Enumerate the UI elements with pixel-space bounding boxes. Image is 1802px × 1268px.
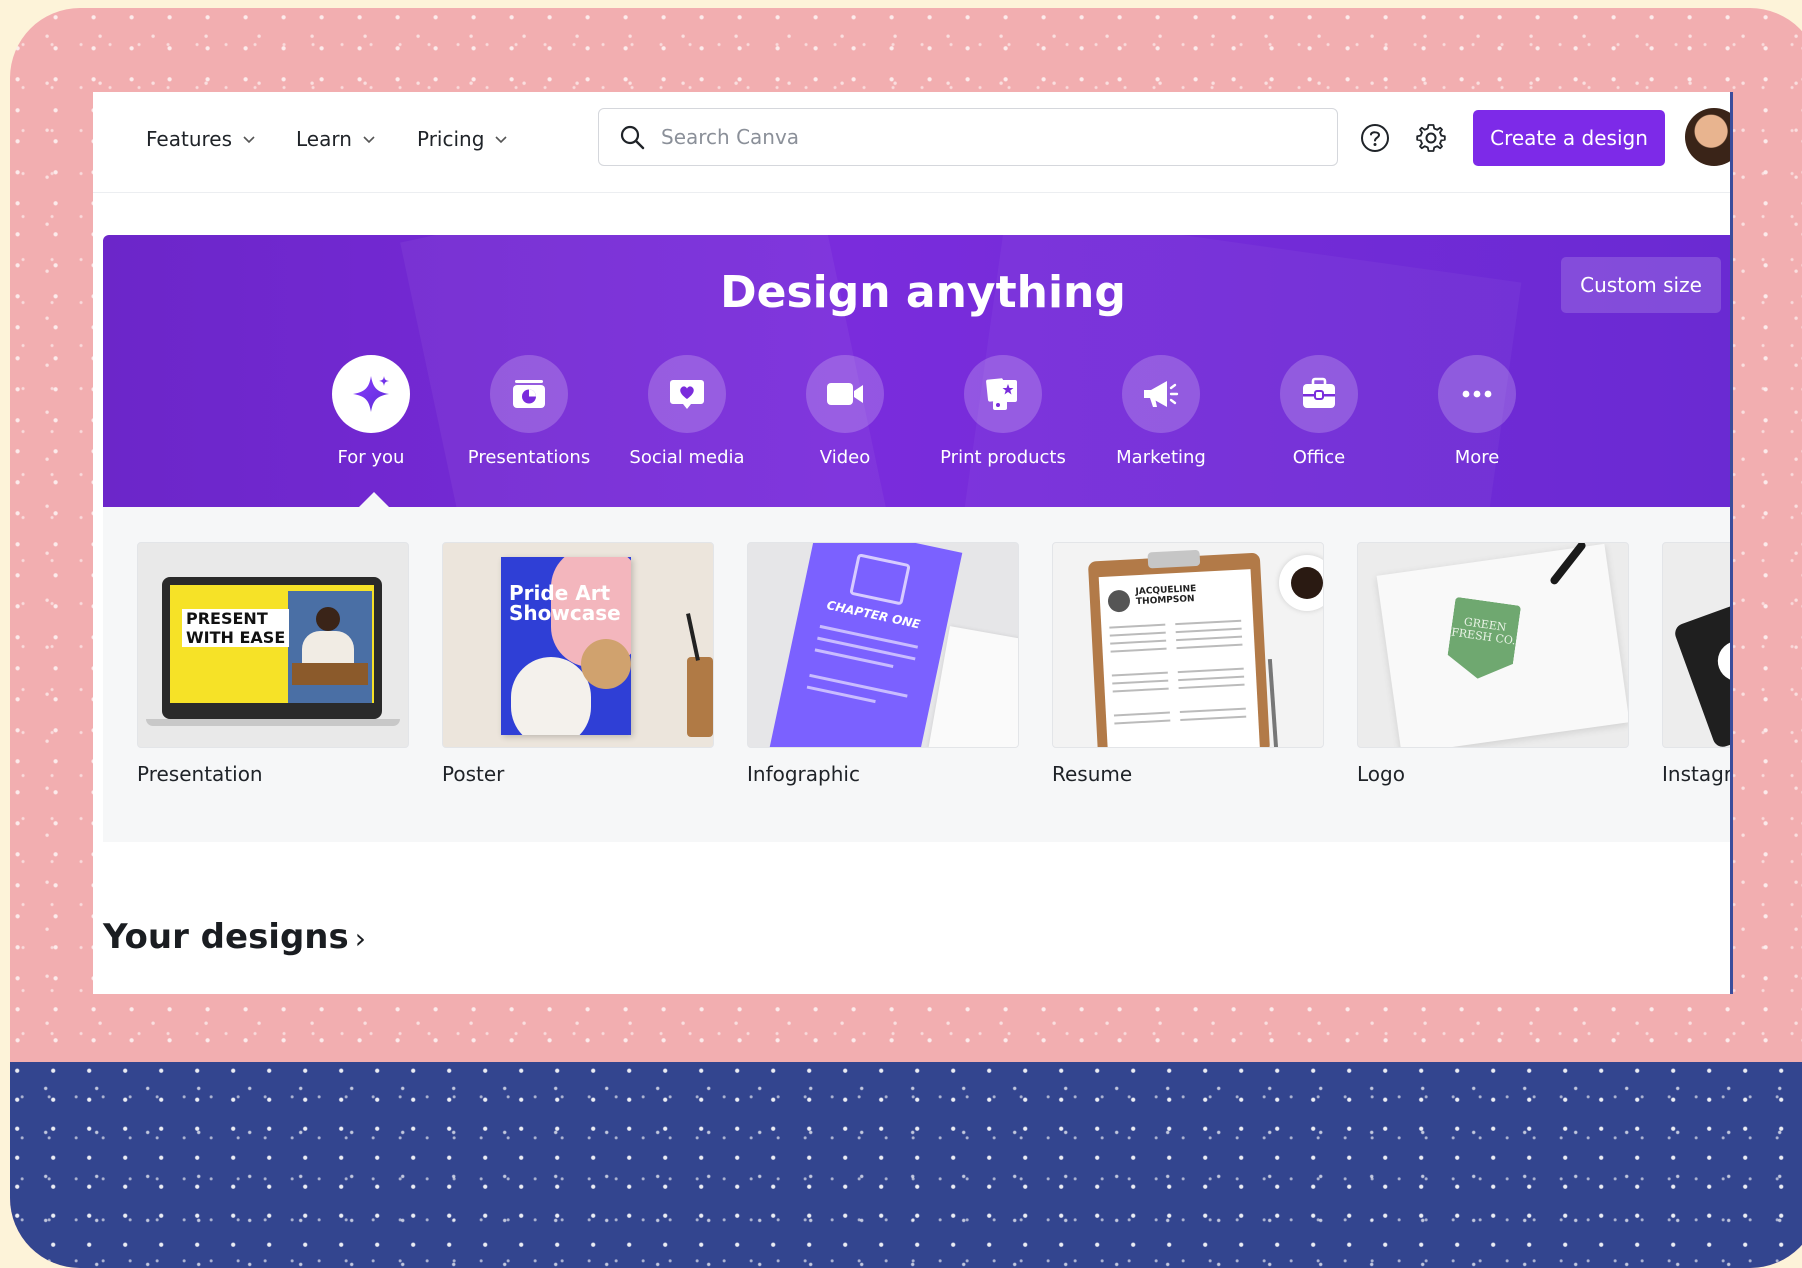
template-thumb-text: JACQUELINE THOMPSON bbox=[1135, 584, 1197, 608]
template-label: Presentation bbox=[137, 762, 263, 786]
video-camera-icon bbox=[827, 383, 863, 405]
decorative-blue-band bbox=[10, 1062, 1802, 1268]
canva-window: Features Learn Pricing Search Canva Crea… bbox=[93, 92, 1733, 994]
nav-features[interactable]: Features bbox=[146, 124, 256, 154]
template-label: Infographic bbox=[747, 762, 860, 786]
design-anything-banner: Design anything Custom size For you Pres… bbox=[103, 235, 1730, 507]
category-label: More bbox=[1454, 447, 1500, 468]
presentation-icon bbox=[513, 380, 545, 408]
active-category-pointer bbox=[359, 492, 389, 507]
category-label: Video bbox=[819, 447, 871, 468]
category-circle bbox=[332, 355, 410, 433]
category-more[interactable]: More bbox=[1397, 355, 1557, 468]
help-button[interactable] bbox=[1355, 118, 1395, 158]
template-thumbnail: PRESENT WITH EASE bbox=[137, 542, 409, 748]
category-label: Social media bbox=[629, 447, 745, 468]
coffee-cup bbox=[1279, 555, 1323, 611]
template-presentation[interactable]: PRESENT WITH EASE Presentation bbox=[137, 542, 409, 786]
nav-features-label: Features bbox=[146, 127, 232, 151]
template-thumbnail: CHAPTER ONE bbox=[747, 542, 1019, 748]
category-for-you[interactable]: For you bbox=[291, 355, 451, 468]
sparkle-icon bbox=[353, 376, 389, 412]
custom-size-button[interactable]: Custom size bbox=[1561, 257, 1721, 313]
template-label: Instagram bbox=[1662, 762, 1733, 786]
category-circle bbox=[1438, 355, 1516, 433]
category-print-products[interactable]: Print products bbox=[923, 355, 1083, 468]
category-circle bbox=[806, 355, 884, 433]
template-instagram[interactable]: Instagram bbox=[1662, 542, 1733, 786]
category-marketing[interactable]: Marketing bbox=[1081, 355, 1241, 468]
heart-chat-icon bbox=[670, 380, 704, 409]
pen-holder bbox=[687, 657, 713, 737]
create-design-button[interactable]: Create a design bbox=[1473, 110, 1665, 166]
category-social-media[interactable]: Social media bbox=[607, 355, 767, 468]
clipboard: JACQUELINE THOMPSON bbox=[1087, 549, 1271, 747]
pen bbox=[686, 613, 700, 661]
template-thumbnail: Pride Art Showcase bbox=[442, 542, 714, 748]
nav-learn[interactable]: Learn bbox=[296, 124, 376, 154]
help-icon bbox=[1361, 124, 1389, 152]
template-label: Resume bbox=[1052, 762, 1133, 786]
category-label: Office bbox=[1292, 447, 1346, 468]
category-label: Presentations bbox=[467, 447, 591, 468]
poster-card: Pride Art Showcase bbox=[501, 557, 631, 735]
category-video[interactable]: Video bbox=[765, 355, 925, 468]
template-poster[interactable]: Pride Art Showcase Poster bbox=[442, 542, 714, 786]
category-circle bbox=[1280, 355, 1358, 433]
search-box[interactable] bbox=[598, 108, 1338, 166]
template-label: Poster bbox=[442, 762, 505, 786]
category-presentations[interactable]: Presentations bbox=[449, 355, 609, 468]
top-header: Features Learn Pricing Search Canva Crea… bbox=[93, 92, 1730, 193]
gear-icon bbox=[1416, 124, 1446, 152]
chevron-right-icon: › bbox=[354, 922, 366, 955]
template-logo[interactable]: GREEN FRESH CO. Logo bbox=[1357, 542, 1629, 786]
megaphone-icon bbox=[1144, 381, 1179, 407]
template-thumb-text: Pride Art Showcase bbox=[509, 581, 621, 625]
search-input[interactable] bbox=[659, 124, 1283, 150]
slide-photo bbox=[288, 591, 372, 703]
settings-button[interactable] bbox=[1411, 118, 1451, 158]
chevron-down-icon bbox=[495, 136, 507, 144]
category-circle bbox=[1122, 355, 1200, 433]
briefcase-icon bbox=[1303, 377, 1335, 408]
category-circle bbox=[490, 355, 568, 433]
category-label: Marketing bbox=[1116, 447, 1206, 468]
template-label: Logo bbox=[1357, 762, 1405, 786]
template-thumbnail bbox=[1662, 542, 1730, 748]
nav-learn-label: Learn bbox=[296, 127, 352, 151]
nav-pricing-label: Pricing bbox=[417, 127, 485, 151]
pen bbox=[1267, 658, 1279, 747]
laptop-base bbox=[146, 719, 400, 726]
template-carousel: PRESENT WITH EASE Presentation Pride Art… bbox=[103, 507, 1733, 842]
category-label: Print products bbox=[940, 447, 1066, 468]
hero-title: Design anything bbox=[720, 267, 1126, 318]
more-dots-icon bbox=[1462, 390, 1492, 398]
template-resume[interactable]: JACQUELINE THOMPSON Resume bbox=[1052, 542, 1324, 786]
category-office[interactable]: Office bbox=[1239, 355, 1399, 468]
avatar[interactable] bbox=[1685, 108, 1730, 166]
template-infographic[interactable]: CHAPTER ONE Infographic bbox=[747, 542, 1019, 786]
nav-pricing[interactable]: Pricing bbox=[417, 124, 508, 154]
template-thumb-text: GREEN FRESH CO. bbox=[1450, 615, 1517, 648]
your-designs-title: Your designs bbox=[103, 917, 349, 957]
template-thumb-text: PRESENT WITH EASE bbox=[182, 609, 290, 647]
phone bbox=[1672, 586, 1730, 747]
category-label: For you bbox=[337, 447, 405, 468]
category-circle bbox=[964, 355, 1042, 433]
category-circle bbox=[648, 355, 726, 433]
template-thumbnail: GREEN FRESH CO. bbox=[1357, 542, 1629, 748]
chevron-down-icon bbox=[243, 136, 255, 144]
template-thumbnail: JACQUELINE THOMPSON bbox=[1052, 542, 1324, 748]
print-products-icon bbox=[986, 378, 1017, 410]
chevron-down-icon bbox=[363, 136, 375, 144]
search-icon bbox=[620, 125, 645, 150]
your-designs-link[interactable]: Your designs › bbox=[103, 917, 366, 957]
